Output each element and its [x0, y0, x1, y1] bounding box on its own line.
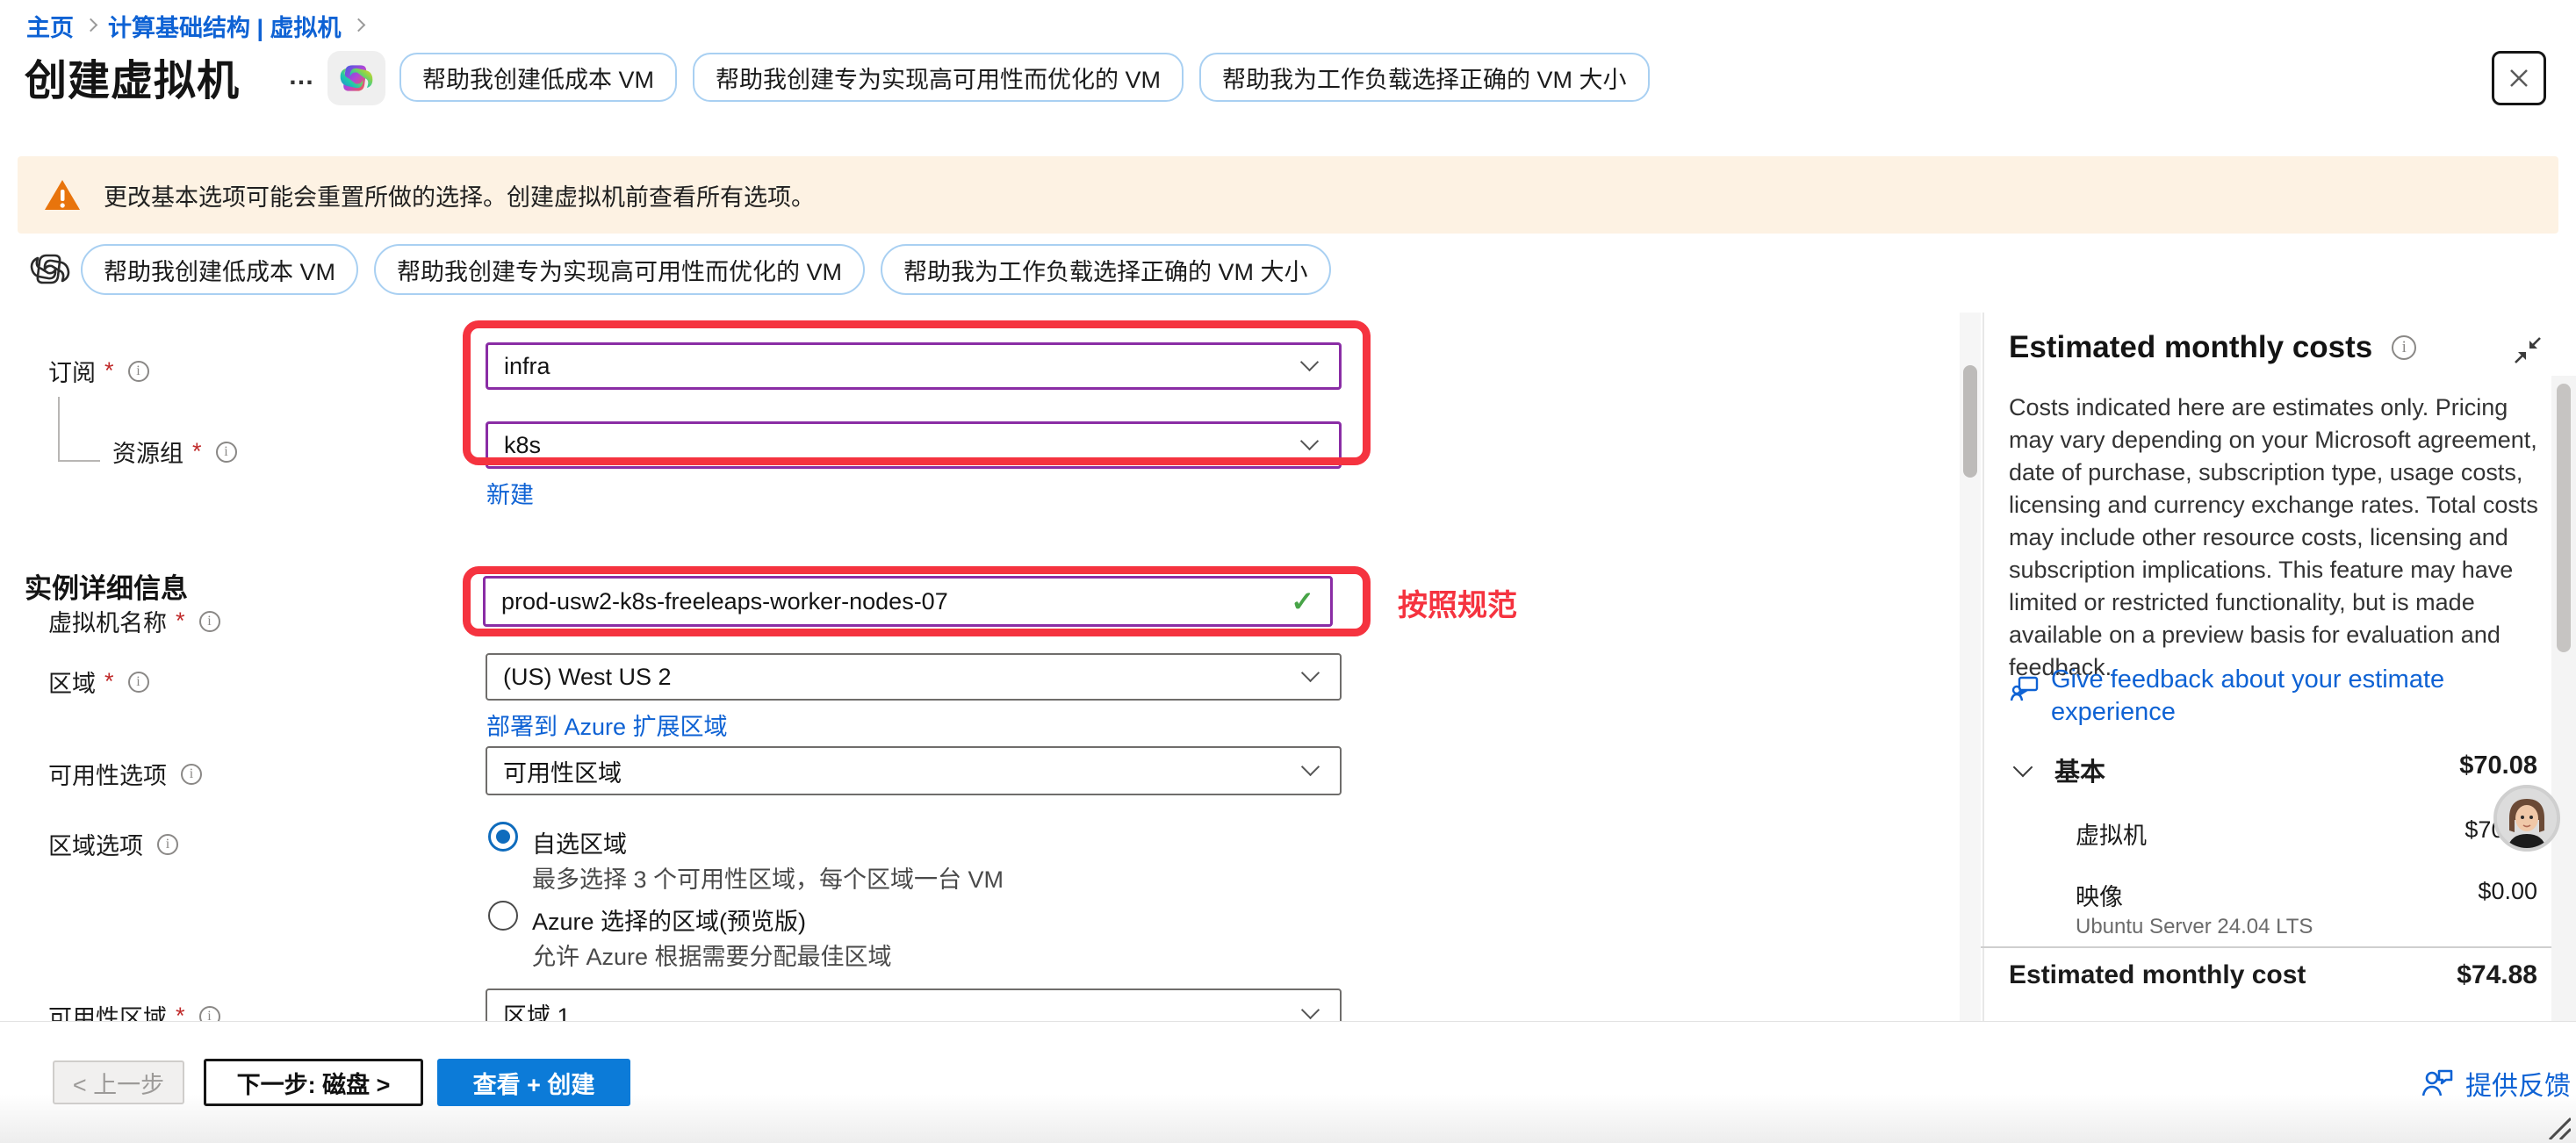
- annotation-text: 按照规范: [1398, 581, 1517, 624]
- resource-group-dropdown[interactable]: k8s: [486, 421, 1342, 469]
- region-dropdown[interactable]: (US) West US 2: [486, 653, 1342, 701]
- azure-selected-zones-radio[interactable]: [488, 901, 518, 931]
- resource-group-label: 资源组* i: [112, 435, 237, 469]
- next-step-disks-button[interactable]: 下一步: 磁盘 >: [204, 1059, 423, 1106]
- create-new-resource-group-link[interactable]: 新建: [486, 476, 534, 510]
- previous-step-button[interactable]: < 上一步: [53, 1060, 184, 1104]
- info-icon[interactable]: i: [181, 764, 202, 785]
- availability-options-dropdown[interactable]: 可用性区域: [486, 746, 1342, 795]
- azure-selected-zones-desc: 允许 Azure 根据需要分配最佳区域: [532, 938, 892, 972]
- page-title: 创建虚拟机: [25, 46, 240, 107]
- chevron-down-icon: [1300, 353, 1319, 371]
- copilot-button[interactable]: [327, 51, 385, 105]
- info-icon[interactable]: i: [128, 672, 149, 693]
- cost-row-name: 映像: [2076, 878, 2123, 912]
- chevron-right-icon: [351, 18, 365, 32]
- copilot-right-size-vm-button[interactable]: 帮助我为工作负载选择正确的 VM 大小: [1199, 53, 1650, 102]
- zone-options-label: 区域选项 i: [48, 827, 178, 861]
- warning-text: 更改基本选项可能会重置所做的选择。创建虚拟机前查看所有选项。: [104, 178, 815, 212]
- info-icon[interactable]: i: [199, 611, 220, 632]
- presenter-avatar: [2493, 785, 2560, 852]
- copilot-high-availability-vm-button-2[interactable]: 帮助我创建专为实现高可用性而优化的 VM: [374, 244, 865, 295]
- chevron-down-icon: [1301, 758, 1320, 776]
- copilot-low-cost-vm-button[interactable]: 帮助我创建低成本 VM: [399, 53, 677, 102]
- chevron-down-icon: [1301, 1001, 1320, 1019]
- collapse-panel-button[interactable]: [2513, 335, 2543, 370]
- breadcrumb-home-link[interactable]: 主页: [26, 9, 74, 43]
- give-feedback-link[interactable]: 提供反馈: [2420, 1064, 2571, 1103]
- person-feedback-icon: [2420, 1066, 2455, 1101]
- total-divider: [1981, 946, 2576, 948]
- tree-connector: [58, 460, 100, 462]
- cost-row-sub: Ubuntu Server 24.04 LTS: [2076, 915, 2313, 939]
- page-scrollbar-thumb[interactable]: [2557, 384, 2571, 652]
- create-vm-page: 主页 计算基础结构 | 虚拟机 创建虚拟机 … 帮助我创建低成本 VM 帮助我创…: [0, 0, 2576, 1143]
- info-icon[interactable]: i: [2392, 335, 2416, 360]
- info-icon[interactable]: i: [128, 361, 149, 382]
- total-label: Estimated monthly cost: [2009, 960, 2306, 990]
- expand-group-chevron-icon[interactable]: [2013, 758, 2033, 778]
- page-scrollbar-track[interactable]: [2551, 376, 2576, 1021]
- vm-name-label: 虚拟机名称* i: [48, 604, 220, 638]
- copilot-low-cost-vm-button-2[interactable]: 帮助我创建低成本 VM: [81, 244, 358, 295]
- cost-panel-description: Costs indicated here are estimates only.…: [2009, 392, 2539, 684]
- feedback-bubbles-icon: [2009, 672, 2040, 704]
- cost-panel-header: Estimated monthly costs i: [2009, 330, 2416, 365]
- self-selected-zones-radio[interactable]: [488, 822, 518, 852]
- resize-grip-icon[interactable]: [2544, 1117, 2571, 1139]
- copilot-icon: [337, 59, 376, 97]
- copilot-suggestion-row: 帮助我创建低成本 VM 帮助我创建专为实现高可用性而优化的 VM 帮助我为工作负…: [81, 244, 1331, 295]
- cost-panel-title: Estimated monthly costs: [2009, 330, 2372, 365]
- azure-selected-zones-label: Azure 选择的区域(预览版): [532, 902, 806, 937]
- cost-group-name[interactable]: 基本: [2054, 751, 2105, 788]
- form-scrollbar-thumb[interactable]: [1963, 365, 1977, 478]
- cost-row-name: 虚拟机: [2076, 816, 2147, 851]
- review-create-button[interactable]: 查看 + 创建: [437, 1059, 630, 1106]
- info-icon[interactable]: i: [216, 442, 237, 463]
- copilot-high-availability-vm-button[interactable]: 帮助我创建专为实现高可用性而优化的 VM: [693, 53, 1184, 102]
- form-scrollbar-track[interactable]: [1960, 313, 1981, 1021]
- subscription-dropdown[interactable]: infra: [486, 342, 1342, 390]
- deploy-edge-zone-link[interactable]: 部署到 Azure 扩展区域: [486, 708, 728, 742]
- cost-row-amount: $0.00: [2318, 878, 2537, 905]
- close-icon: [2506, 65, 2532, 91]
- warning-banner: 更改基本选项可能会重置所做的选择。创建虚拟机前查看所有选项。: [18, 156, 2558, 234]
- required-marker: *: [104, 357, 114, 385]
- estimate-feedback-link[interactable]: Give feedback about your estimate experi…: [2009, 664, 2536, 729]
- vm-name-input[interactable]: [501, 588, 1291, 615]
- chevron-right-icon: [84, 18, 98, 32]
- panel-divider: [1982, 313, 1984, 1021]
- instance-details-heading: 实例详细信息: [25, 566, 188, 606]
- validation-check-icon: ✓: [1291, 585, 1314, 618]
- region-label: 区域* i: [48, 665, 149, 699]
- copilot-outline-icon: [29, 248, 71, 296]
- more-menu-button[interactable]: …: [288, 61, 317, 91]
- copilot-right-size-vm-button-2[interactable]: 帮助我为工作负载选择正确的 VM 大小: [881, 244, 1331, 295]
- warning-icon: [44, 178, 81, 212]
- chevron-down-icon: [1300, 432, 1319, 450]
- close-button[interactable]: [2492, 51, 2546, 105]
- breadcrumb: 主页 计算基础结构 | 虚拟机: [26, 9, 376, 43]
- availability-options-label: 可用性选项 i: [48, 757, 202, 791]
- chevron-down-icon: [1301, 664, 1320, 682]
- self-selected-zones-desc: 最多选择 3 个可用性区域，每个区域一台 VM: [532, 860, 1004, 895]
- vm-name-field: ✓: [483, 576, 1333, 627]
- breadcrumb-section-link[interactable]: 计算基础结构 | 虚拟机: [108, 9, 342, 43]
- info-icon[interactable]: i: [157, 834, 178, 855]
- subscription-label: 订阅* i: [48, 354, 149, 388]
- tree-connector: [58, 397, 60, 460]
- total-amount: $74.88: [2318, 960, 2537, 990]
- required-marker: *: [104, 668, 114, 695]
- required-marker: *: [176, 607, 185, 635]
- required-marker: *: [192, 438, 202, 465]
- header-copilot-actions: 帮助我创建低成本 VM 帮助我创建专为实现高可用性而优化的 VM 帮助我为工作负…: [399, 53, 1650, 102]
- self-selected-zones-label: 自选区域: [532, 825, 627, 859]
- cost-group-amount: $70.08: [2318, 751, 2537, 780]
- collapse-icon: [2513, 335, 2543, 365]
